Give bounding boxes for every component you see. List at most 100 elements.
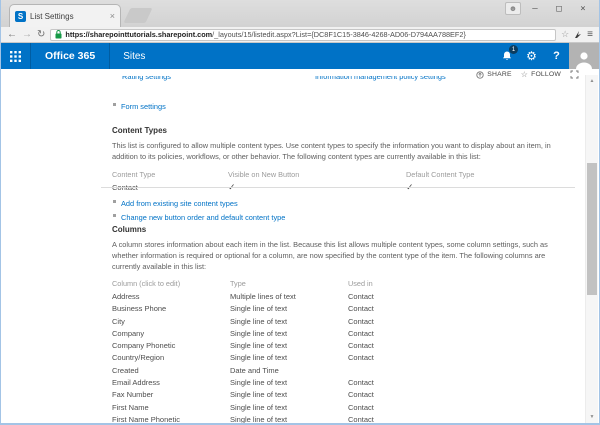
url-domain: https://sharepointtutorials.sharepoint.c…: [65, 30, 212, 39]
notifications-button[interactable]: 1: [494, 43, 519, 69]
column-used-in-cell: Contact: [348, 290, 570, 302]
column-type-cell: Single line of text: [230, 303, 348, 315]
column-type-cell: Single line of text: [230, 413, 348, 423]
column-type-cell: Date and Time: [230, 364, 348, 376]
columns-description: A column stores information about each i…: [112, 239, 570, 272]
column-type-cell: Single line of text: [230, 340, 348, 352]
column-used-in-cell: Contact: [348, 413, 570, 423]
column-type-cell: Single line of text: [230, 401, 348, 413]
close-button[interactable]: ×: [573, 2, 593, 15]
url-text: https://sharepointtutorials.sharepoint.c…: [65, 30, 466, 39]
column-header: Column (click to edit): [112, 277, 230, 290]
column-name-link[interactable]: Company Phonetic: [112, 340, 230, 352]
office365-brand-link[interactable]: Office 365: [31, 43, 110, 69]
column-used-in-cell: Contact: [348, 389, 570, 401]
change-new-button-item: Change new button order and default cont…: [113, 207, 285, 225]
change-new-button-order-link[interactable]: Change new button order and default cont…: [121, 213, 285, 222]
minimize-button[interactable]: –: [525, 2, 545, 15]
column-used-in-cell: Contact: [348, 340, 570, 352]
column-name-link[interactable]: Fax Number: [112, 389, 230, 401]
scroll-up-icon[interactable]: ▲: [586, 78, 598, 84]
column-type-cell: Multiple lines of text: [230, 290, 348, 302]
tab-title: List Settings: [30, 12, 106, 21]
column-row: Company PhoneticSingle line of textConta…: [112, 340, 570, 352]
extension-icon[interactable]: [574, 30, 582, 39]
suite-bar-actions: 1 ⚙ ?: [494, 43, 599, 69]
info-mgmt-policy-settings-link[interactable]: Information management policy settings: [315, 76, 446, 81]
column-used-in-cell: Contact: [348, 327, 570, 339]
rating-settings-link[interactable]: Rating settings: [122, 76, 171, 81]
column-row: Fax NumberSingle line of textContact: [112, 389, 570, 401]
column-row: CitySingle line of textContact: [112, 315, 570, 327]
column-name-link[interactable]: Business Phone: [112, 303, 230, 315]
back-icon[interactable]: ←: [7, 30, 17, 40]
column-type-cell: Single line of text: [230, 389, 348, 401]
browser-tab[interactable]: S List Settings ×: [9, 4, 121, 27]
column-name-link[interactable]: First Name: [112, 401, 230, 413]
maximize-button[interactable]: □: [549, 2, 569, 15]
address-bar[interactable]: https://sharepointtutorials.sharepoint.c…: [50, 29, 556, 41]
column-name-link[interactable]: Address: [112, 290, 230, 302]
forward-icon[interactable]: →: [22, 30, 32, 40]
url-path: /_layouts/15/listedit.aspx?List={DC8F1C1…: [212, 30, 466, 39]
browser-menu-icon[interactable]: ≡: [587, 30, 593, 40]
tab-close-icon[interactable]: ×: [110, 12, 115, 21]
office365-suite-bar: Office 365 Sites 1 ⚙ ?: [1, 43, 599, 69]
column-header: Visible on New Button: [228, 168, 406, 181]
column-name-link[interactable]: City: [112, 315, 230, 327]
list-bullet-icon: [113, 103, 116, 106]
column-name-link[interactable]: First Name Phonetic: [112, 413, 230, 423]
column-type-cell: Single line of text: [230, 327, 348, 339]
columns-heading: Columns: [112, 225, 570, 234]
column-row: Business PhoneSingle line of textContact: [112, 303, 570, 315]
column-row: AddressMultiple lines of textContact: [112, 290, 570, 302]
section-divider: [101, 187, 575, 188]
column-used-in-cell: Contact: [348, 401, 570, 413]
settings-gear-button[interactable]: ⚙: [519, 43, 544, 69]
column-type-cell: Single line of text: [230, 315, 348, 327]
column-name-link[interactable]: Email Address: [112, 376, 230, 388]
content-types-description: This list is configured to allow multipl…: [112, 140, 570, 162]
bookmark-star-icon[interactable]: ☆: [561, 30, 569, 39]
column-name-link[interactable]: Country/Region: [112, 352, 230, 364]
sharepoint-favicon-icon: S: [15, 11, 26, 22]
content-types-header-row: Content Type Visible on New Button Defau…: [112, 168, 570, 181]
columns-tbody: AddressMultiple lines of textContactBusi…: [112, 290, 570, 423]
window-controls: ☻ – □ ×: [505, 2, 593, 15]
browser-toolbar: ← → ↻ https://sharepointtutorials.sharep…: [1, 27, 599, 43]
columns-section: Columns A column stores information abou…: [112, 225, 570, 423]
vertical-scrollbar[interactable]: ▲ ▼: [585, 75, 598, 423]
column-row: CreatedDate and Time: [112, 364, 570, 376]
browser-window: S List Settings × ☻ – □ × ← → ↻ https://…: [0, 0, 600, 425]
reload-icon[interactable]: ↻: [37, 30, 45, 40]
sites-link[interactable]: Sites: [110, 43, 158, 69]
content-types-section: Content Types This list is configured to…: [112, 126, 570, 194]
form-settings-link[interactable]: Form settings: [121, 102, 166, 111]
scroll-down-icon[interactable]: ▼: [586, 414, 598, 420]
new-tab-button[interactable]: [124, 8, 153, 23]
person-silhouette-icon: [574, 49, 594, 69]
column-row: CompanySingle line of textContact: [112, 327, 570, 339]
column-name-link[interactable]: Company: [112, 327, 230, 339]
clipped-settings-links: Rating settings Information management p…: [2, 76, 585, 84]
column-header: Content Type: [112, 168, 228, 181]
column-row: Country/RegionSingle line of textContact: [112, 352, 570, 364]
https-lock-icon: [55, 30, 62, 39]
app-launcher-icon[interactable]: [1, 43, 31, 69]
column-used-in-cell: Contact: [348, 303, 570, 315]
user-avatar[interactable]: [569, 43, 599, 69]
browser-tab-strip: S List Settings × ☻ – □ ×: [1, 0, 599, 27]
column-name-link[interactable]: Created: [112, 364, 230, 376]
browser-profile-icon[interactable]: ☻: [505, 2, 521, 15]
columns-table: Column (click to edit) Type Used in Addr…: [112, 277, 570, 423]
column-row: First Name PhoneticSingle line of textCo…: [112, 413, 570, 423]
content-types-heading: Content Types: [112, 126, 570, 135]
column-header: Type: [230, 277, 348, 290]
form-settings-item: Form settings: [113, 96, 166, 114]
column-used-in-cell: Contact: [348, 315, 570, 327]
scrollbar-thumb[interactable]: [587, 163, 597, 295]
column-row: Email AddressSingle line of textContact: [112, 376, 570, 388]
notification-badge: 1: [509, 45, 518, 54]
help-button[interactable]: ?: [544, 43, 569, 69]
help-icon: ?: [553, 50, 560, 62]
